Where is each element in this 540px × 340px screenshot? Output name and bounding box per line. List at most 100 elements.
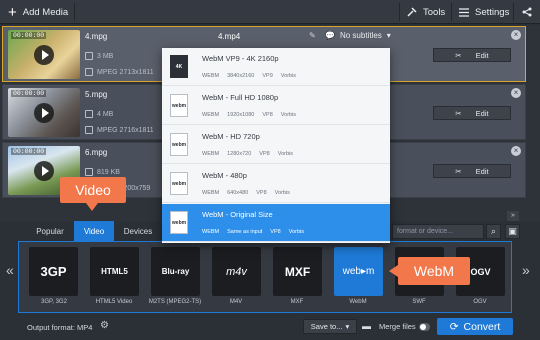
settings-button[interactable]: Settings (459, 0, 509, 24)
file-size-icon (85, 52, 93, 60)
preset-title: WebM - HD 720p (202, 132, 260, 141)
preset-item[interactable]: webm WebM - HD 720p WEBM 1280x720 VP8 Vorbi… (162, 126, 390, 164)
spec: WEBM (202, 73, 220, 79)
preset-specs: WEBM Same as input VP8 Vorbis (202, 229, 304, 235)
file-size-icon (85, 168, 93, 176)
file-size: 819 KB (85, 168, 120, 176)
spec: WEBM (202, 190, 220, 196)
file-name: 5.mpg (85, 90, 108, 99)
format-search-input[interactable]: format or device... (392, 224, 484, 239)
folder-icon[interactable]: ▬ (362, 321, 371, 331)
spec: Vorbis (280, 73, 297, 79)
toolbar-divider (513, 3, 514, 21)
spec: Vorbis (277, 151, 293, 157)
remove-file-icon[interactable]: × (511, 88, 521, 98)
top-toolbar: + Add Media Tools Settings (0, 0, 540, 24)
file-size-value: 4 MB (97, 110, 114, 118)
format-label: SWF (412, 299, 426, 305)
spec: WEBM (202, 112, 220, 118)
edit-label: Edit (475, 108, 489, 118)
tools-button[interactable]: Tools (407, 0, 445, 24)
output-format-label: Output format: MP4 (27, 323, 93, 332)
scroll-right-icon[interactable]: » (522, 262, 530, 278)
spec: VP9 (262, 73, 273, 79)
bottom-bar: Output format: MP4 ⚙ Save to... ▾ ▬ Merg… (0, 313, 540, 340)
preset-item-selected[interactable]: webm WebM - Original Size WEBM Same as in… (162, 204, 390, 242)
file-info-value: MPEG 2716x1811 (97, 126, 154, 134)
tools-label: Tools (423, 6, 446, 18)
file-size-value: 3 MB (97, 52, 114, 60)
rename-pencil-icon[interactable]: ✎ (309, 31, 316, 40)
share-button[interactable] (522, 0, 532, 24)
format-mxf[interactable]: MXF (273, 247, 322, 296)
preset-title: WebM - 480p (202, 171, 247, 180)
convert-button[interactable]: ⟳ Convert (437, 318, 513, 335)
format-webm[interactable]: web▸m (334, 247, 383, 296)
chevron-down-icon: ▾ (386, 31, 391, 40)
toolbar-divider (399, 3, 400, 21)
preset-dropdown: 4K WebM VP9 - 4K 2160p WEBM 3840x2160 VP9 V… (162, 48, 390, 243)
play-icon[interactable] (34, 103, 54, 123)
spec: WEBM (202, 229, 220, 235)
collapse-panel-icon[interactable]: » (507, 211, 519, 221)
tools-icon (407, 7, 417, 17)
save-to-button[interactable]: Save to... ▾ (303, 319, 357, 334)
video-thumbnail[interactable]: 00:00:00 (8, 88, 80, 137)
spec: 640x480 (227, 190, 249, 196)
output-file-name: 4.mp4 (218, 32, 241, 41)
edit-button[interactable]: ✂ Edit (433, 106, 511, 120)
preset-4k-icon: 4K (170, 55, 188, 78)
file-size-value: 819 KB (97, 168, 120, 176)
preset-item[interactable]: 4K WebM VP9 - 4K 2160p WEBM 3840x2160 VP9 V… (162, 48, 390, 86)
format-3gp[interactable]: 3GP (29, 247, 78, 296)
spec: Vorbis (274, 190, 290, 196)
play-icon[interactable] (34, 45, 54, 65)
merge-files-label: Merge files (379, 322, 416, 331)
remove-file-icon[interactable]: × (511, 30, 521, 40)
callout-arrow (86, 203, 98, 211)
format-label: M2TS (MPEG2-TS) (148, 299, 202, 305)
tab-video[interactable]: Video (74, 221, 114, 241)
add-media-button[interactable]: + Add Media (8, 0, 68, 24)
webm-file-icon: webm (170, 133, 188, 156)
subtitles-label: No subtitles (339, 31, 382, 40)
subtitles-dropdown[interactable]: 💬 No subtitles ▾ (325, 31, 391, 40)
file-info-value: MPEG 2713x1811 (97, 68, 154, 76)
convert-label: Convert (463, 320, 501, 333)
video-thumbnail[interactable]: 00:00:00 (8, 30, 80, 79)
device-detect-icon[interactable]: ▣ (505, 224, 520, 239)
preset-item[interactable]: webm WebM - Full HD 1080p WEBM 1920x1080 V… (162, 87, 390, 125)
thumbnail-time: 00:00:00 (11, 148, 47, 155)
preset-item[interactable]: webm WebM - 480p WEBM 640x480 VP8 Vorbis (162, 165, 390, 203)
add-media-label: Add Media (22, 6, 69, 18)
preset-specs: WEBM 1280x720 VP8 Vorbis (202, 151, 293, 157)
format-label: M4V (229, 299, 243, 305)
format-label: MXF (290, 299, 304, 305)
merge-files-toggle[interactable]: Merge files (379, 322, 430, 331)
thumbnail-time: 00:00:00 (11, 32, 47, 39)
tab-devices[interactable]: Devices (116, 221, 160, 241)
spec: 3840x2160 (227, 73, 255, 79)
scroll-left-icon[interactable]: « (6, 262, 14, 278)
format-m2ts[interactable]: Blu-ray (151, 247, 200, 296)
spec: 1280x720 (227, 151, 252, 157)
format-label: WebM (349, 299, 367, 305)
spec: 1920x1080 (227, 112, 255, 118)
edit-label: Edit (475, 166, 489, 176)
toggle-switch[interactable] (418, 322, 430, 331)
preset-title: WebM - Full HD 1080p (202, 93, 279, 102)
subtitles-icon: 💬 (325, 31, 335, 40)
format-m4v[interactable]: m4v (212, 247, 261, 296)
play-icon[interactable] (34, 161, 54, 181)
edit-button[interactable]: ✂ Edit (433, 164, 511, 178)
scissors-icon: ✂ (455, 50, 462, 60)
gear-icon[interactable]: ⚙ (100, 320, 109, 331)
remove-file-icon[interactable]: × (511, 146, 521, 156)
format-html5[interactable]: HTML5 (90, 247, 139, 296)
edit-button[interactable]: ✂ Edit (433, 48, 511, 62)
search-icon[interactable]: ⌕ (486, 224, 501, 239)
tab-popular[interactable]: Popular (28, 221, 72, 241)
toolbar-divider (74, 3, 75, 21)
preset-specs: WEBM 640x480 VP8 Vorbis (202, 190, 290, 196)
webm-file-icon: webm (170, 94, 188, 117)
